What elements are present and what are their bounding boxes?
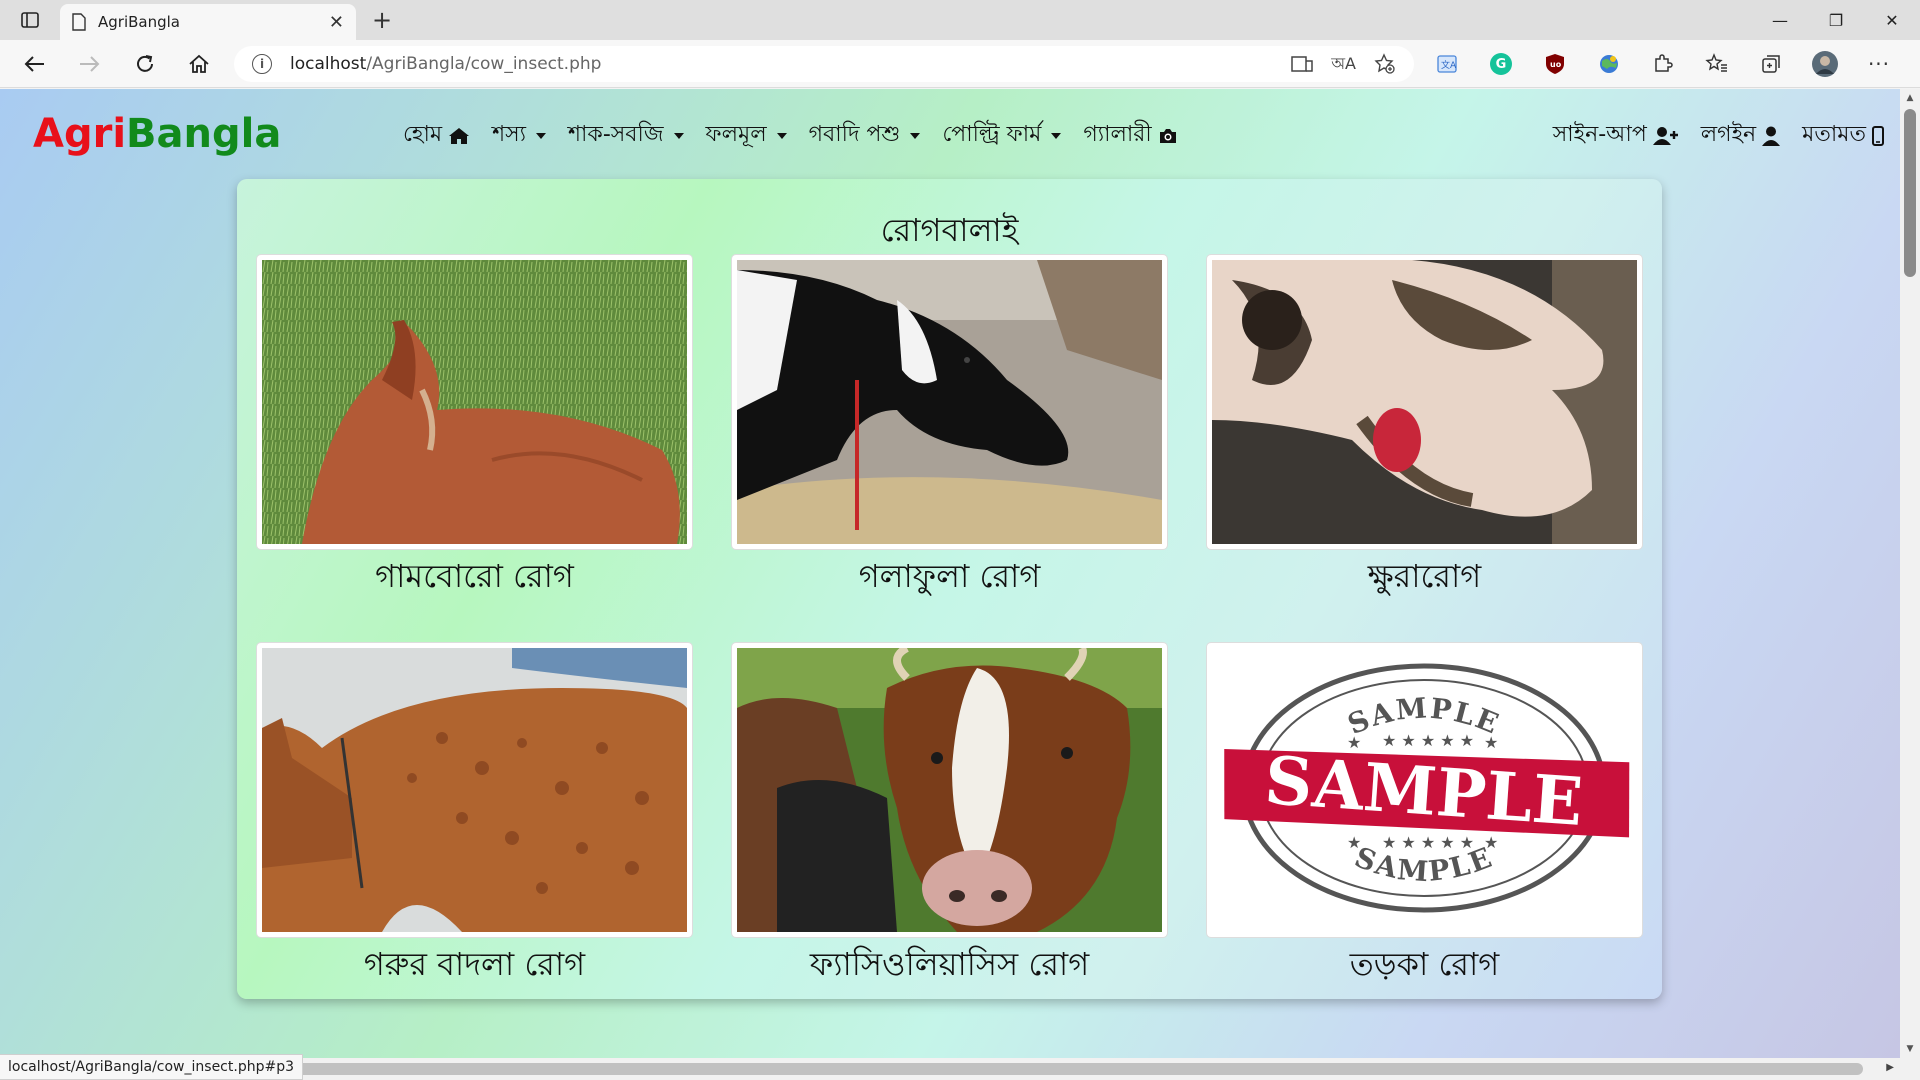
scroll-corner	[1900, 1058, 1920, 1080]
disease-thumbnail[interactable]: SAMPLE SAMPLE ★ ★ ★ ★ ★ ★ ★ ★ ★ ★ ★ ★ ★ ★	[1207, 643, 1642, 937]
disease-item-anthrax[interactable]: SAMPLE SAMPLE ★ ★ ★ ★ ★ ★ ★ ★ ★ ★ ★ ★ ★ ★	[1207, 643, 1642, 993]
disease-caption[interactable]: ফ্যাসিওলিয়াসিস রোগ	[732, 939, 1167, 993]
browser-tab[interactable]: AgriBangla ✕	[60, 4, 356, 40]
refresh-icon[interactable]	[128, 48, 162, 80]
nav-home[interactable]: হোম	[403, 117, 470, 154]
back-icon[interactable]	[18, 48, 52, 80]
page-viewport: AgriBangla হোম শস্য শাক-সবজি ফলমূল গবাদি…	[0, 89, 1900, 1058]
home-browser-icon[interactable]	[182, 48, 216, 80]
page-title: রোগবালাই	[880, 211, 1019, 249]
caret-down-icon	[1051, 132, 1062, 139]
svg-text:★: ★	[1484, 833, 1498, 852]
status-bar-url: localhost/AgriBangla/cow_insect.php#p3	[0, 1054, 303, 1080]
address-toolbar: i localhost/AgriBangla/cow_insect.php অA…	[0, 40, 1920, 88]
disease-caption[interactable]: ক্ষুরারোগ	[1207, 551, 1642, 605]
gumboro-cow-photo	[262, 260, 687, 544]
tab-actions-icon[interactable]	[2, 0, 58, 40]
scroll-up-icon[interactable]: ▲	[1900, 89, 1920, 107]
disease-item-badla[interactable]: গরুর বাদলা রোগ	[257, 643, 692, 993]
svg-text:★: ★	[1347, 833, 1361, 852]
disease-item-gumboro[interactable]: গামবোরো রোগ	[257, 255, 692, 605]
page-icon	[72, 13, 86, 31]
url-bar[interactable]: i localhost/AgriBangla/cow_insect.php অA	[234, 46, 1414, 82]
new-tab-button[interactable]: +	[368, 6, 396, 34]
svg-text:uo: uo	[1550, 60, 1562, 69]
grammarly-extension-icon[interactable]: G	[1474, 46, 1528, 82]
disease-thumbnail[interactable]	[732, 255, 1167, 549]
user-plus-icon	[1652, 126, 1678, 145]
fasciolosis-cow-photo	[737, 648, 1162, 932]
immersive-reader-icon[interactable]	[1291, 55, 1313, 73]
nav-fruits[interactable]: ফলমূল	[706, 117, 787, 154]
mobile-icon	[1872, 125, 1884, 146]
close-tab-icon[interactable]: ✕	[329, 12, 344, 33]
foot-disease-photo	[1212, 260, 1637, 544]
account-nav: সাইন-আপ লগইন মতামত	[1553, 117, 1884, 154]
disease-item-fasciolosis[interactable]: ফ্যাসিওলিয়াসিস রোগ	[732, 643, 1167, 993]
disease-thumbnail[interactable]	[257, 643, 692, 937]
camera-icon	[1159, 128, 1176, 143]
nav-vegetables[interactable]: শাক-সবজি	[568, 117, 684, 154]
add-favorite-icon[interactable]	[1374, 53, 1396, 75]
restore-icon[interactable]: ❐	[1808, 0, 1864, 40]
nav-login[interactable]: লগইন	[1701, 117, 1781, 154]
extensions-icon[interactable]	[1636, 46, 1690, 82]
site-logo[interactable]: AgriBangla	[33, 111, 281, 157]
more-options-icon[interactable]: ···	[1852, 46, 1906, 82]
collections-icon[interactable]	[1744, 46, 1798, 82]
nav-livestock[interactable]: গবাদি পশু	[809, 117, 921, 154]
caret-down-icon	[673, 132, 684, 139]
info-icon[interactable]: i	[252, 54, 272, 74]
window-close-icon[interactable]: ✕	[1864, 0, 1920, 40]
caret-down-icon	[776, 132, 787, 139]
read-aloud-icon[interactable]: অA	[1331, 51, 1356, 78]
globe-extension-icon[interactable]	[1582, 46, 1636, 82]
vertical-scrollbar[interactable]: ▲ ▼	[1900, 89, 1920, 1058]
nav-poultry[interactable]: পোল্ট্রি ফার্ম	[942, 117, 1062, 154]
disease-card: রোগবালাই গামবোরো রোগ গলাফুলা রোগ ক্ষুরার…	[237, 179, 1662, 999]
svg-text:★ ★ ★ ★ ★: ★ ★ ★ ★ ★	[1382, 731, 1474, 750]
minimize-icon[interactable]: —	[1752, 0, 1808, 40]
profile-avatar-icon[interactable]	[1798, 46, 1852, 82]
svg-text:★ ★ ★ ★ ★: ★ ★ ★ ★ ★	[1382, 833, 1474, 852]
tab-title: AgriBangla	[98, 13, 180, 31]
sample-stamp-image: SAMPLE SAMPLE ★ ★ ★ ★ ★ ★ ★ ★ ★ ★ ★ ★ ★ ★	[1212, 648, 1637, 932]
disease-caption[interactable]: গামবোরো রোগ	[257, 551, 692, 605]
nav-feedback[interactable]: মতামত	[1802, 117, 1884, 154]
vertical-scroll-thumb[interactable]	[1904, 109, 1916, 277]
svg-text:★: ★	[1484, 733, 1498, 752]
nav-crops[interactable]: শস্য	[492, 117, 547, 154]
browser-tab-bar: AgriBangla ✕ + — ❐ ✕	[0, 0, 1920, 40]
forward-icon[interactable]	[72, 48, 106, 80]
disease-grid: গামবোরো রোগ গলাফুলা রোগ ক্ষুরারোগ গরুর ব…	[257, 255, 1645, 993]
scroll-down-icon[interactable]: ▼	[1900, 1040, 1920, 1058]
disease-thumbnail[interactable]	[732, 643, 1167, 937]
svg-text:文A: 文A	[1441, 59, 1457, 71]
horizontal-scroll-thumb[interactable]	[283, 1063, 1863, 1075]
disease-thumbnail[interactable]	[257, 255, 692, 549]
disease-caption[interactable]: গরুর বাদলা রোগ	[257, 939, 692, 993]
badla-cow-photo	[262, 648, 687, 932]
main-nav: হোম শস্য শাক-সবজি ফলমূল গবাদি পশু পোল্ট্…	[403, 117, 1178, 154]
home-icon	[449, 127, 470, 144]
user-icon	[1762, 126, 1781, 146]
ublock-extension-icon[interactable]: uo	[1528, 46, 1582, 82]
caret-down-icon	[536, 132, 547, 139]
disease-caption[interactable]: গলাফুলা রোগ	[732, 551, 1167, 605]
golafula-cow-photo	[737, 260, 1162, 544]
disease-item-khura[interactable]: ক্ষুরারোগ	[1207, 255, 1642, 605]
nav-signup[interactable]: সাইন-আপ	[1553, 117, 1679, 154]
translate-extension-icon[interactable]: 文A	[1420, 46, 1474, 82]
favorites-icon[interactable]	[1690, 46, 1744, 82]
disease-thumbnail[interactable]	[1207, 255, 1642, 549]
scroll-right-icon[interactable]: ▶	[1886, 1062, 1894, 1073]
caret-down-icon	[910, 132, 921, 139]
disease-caption[interactable]: তড়কা রোগ	[1207, 939, 1642, 993]
disease-item-golafula[interactable]: গলাফুলা রোগ	[732, 255, 1167, 605]
url-text[interactable]: localhost/AgriBangla/cow_insect.php	[290, 54, 601, 74]
nav-gallery[interactable]: গ্যালারী	[1083, 117, 1177, 154]
